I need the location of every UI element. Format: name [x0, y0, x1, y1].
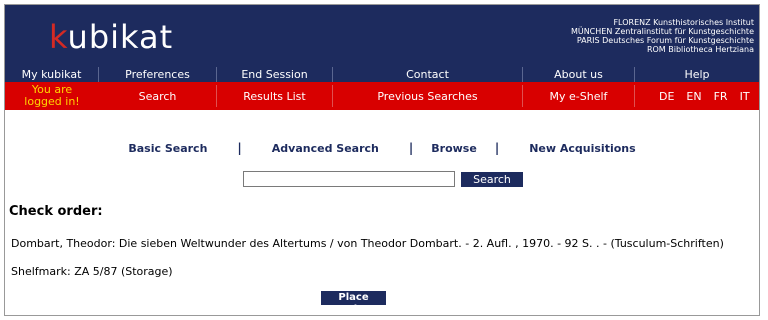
- place-order-button[interactable]: Place order: [321, 291, 386, 315]
- search-tabs: Basic Search | Advanced Search | Browse …: [5, 141, 759, 155]
- lang-it[interactable]: IT: [740, 90, 750, 103]
- main-nav: My kubikat Preferences End Session Conta…: [5, 67, 759, 82]
- shelfmark: Shelfmark: ZA 5/87 (Storage): [11, 265, 173, 278]
- check-order-title: Check order:: [9, 204, 103, 219]
- institute-rom: ROM Bibliotheca Hertziana: [646, 45, 754, 54]
- nav-end-session[interactable]: End Session: [217, 67, 333, 82]
- tab-separator: |: [494, 141, 500, 155]
- nav-contact[interactable]: Contact: [333, 67, 523, 82]
- nav-preferences[interactable]: Preferences: [99, 67, 217, 82]
- tab-basic-search[interactable]: Basic Search: [128, 142, 207, 155]
- language-selector: DE EN FR IT: [635, 90, 750, 103]
- tab-browse[interactable]: Browse: [431, 142, 477, 155]
- search-input[interactable]: [243, 171, 455, 187]
- kubikat-logo[interactable]: kubikat: [49, 19, 173, 55]
- institute-florenz: FLORENZ Kunsthistorisches Institut: [613, 18, 754, 27]
- record-citation: Dombart, Theodor: Die sieben Weltwunder …: [11, 237, 724, 250]
- subnav-my-e-shelf[interactable]: My e-Shelf: [523, 85, 635, 107]
- tab-separator: |: [408, 141, 414, 155]
- nav-my-kubikat[interactable]: My kubikat: [5, 67, 99, 82]
- lang-de[interactable]: DE: [659, 90, 674, 103]
- nav-about-us[interactable]: About us: [523, 67, 635, 82]
- tab-advanced-search[interactable]: Advanced Search: [272, 142, 379, 155]
- logged-in-status: You are logged in!: [24, 83, 80, 108]
- subnav-previous-searches[interactable]: Previous Searches: [333, 85, 523, 107]
- tab-separator: |: [237, 141, 242, 155]
- page-frame: kubikat FLORENZ Kunsthistorisches Instit…: [4, 4, 760, 316]
- institutes-list: FLORENZ Kunsthistorisches Institut MÜNCH…: [571, 18, 754, 54]
- institute-muenchen: MÜNCHEN Zentralinstitut für Kunstgeschic…: [570, 27, 754, 36]
- header: kubikat FLORENZ Kunsthistorisches Instit…: [5, 5, 759, 67]
- search-row: Search: [243, 171, 523, 187]
- nav-help[interactable]: Help: [635, 67, 759, 82]
- search-button[interactable]: Search: [461, 172, 523, 187]
- lang-en[interactable]: EN: [686, 90, 701, 103]
- subnav-search[interactable]: Search: [99, 85, 217, 107]
- subnav-results-list[interactable]: Results List: [217, 85, 333, 107]
- lang-fr[interactable]: FR: [714, 90, 728, 103]
- institute-paris: PARIS Deutsches Forum für Kunstgeschicht…: [576, 36, 754, 45]
- sub-nav: You are logged in! Search Results List P…: [5, 82, 759, 110]
- tab-new-acquisitions[interactable]: New Acquisitions: [529, 142, 635, 155]
